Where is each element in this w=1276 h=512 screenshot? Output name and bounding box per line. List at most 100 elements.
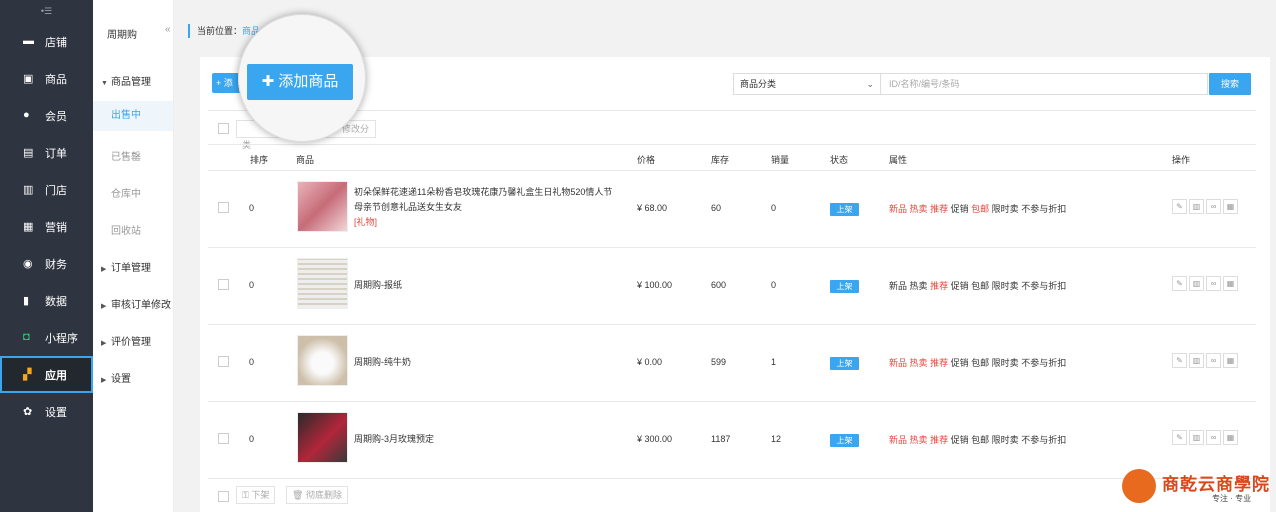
attr-free-shipping[interactable]: 包邮 — [971, 281, 989, 291]
attr-no-discount[interactable]: 不参与折扣 — [1021, 358, 1066, 368]
edit-icon[interactable]: ✎ — [1172, 430, 1187, 445]
attr-new[interactable]: 新品 — [889, 204, 907, 214]
attr-limited[interactable]: 限时卖 — [992, 281, 1019, 291]
add-goods-button[interactable]: ✚ 添加商品 — [247, 64, 353, 100]
sidebar-item-7[interactable]: ▮ 数据 — [0, 282, 93, 319]
search-button[interactable]: 搜索 — [1209, 73, 1251, 95]
row-order[interactable]: 0 — [249, 434, 254, 444]
search-input[interactable] — [881, 73, 1208, 95]
sidebar-item-6[interactable]: ◉ 财务 — [0, 245, 93, 282]
subnav-item-warehouse[interactable]: 仓库中 — [111, 185, 141, 200]
trash-icon[interactable]: ▥ — [1189, 276, 1204, 291]
sidebar-item-4[interactable]: ▥ 门店 — [0, 171, 93, 208]
subnav-item-recycle[interactable]: 回收站 — [111, 222, 141, 237]
sidebar-item-1[interactable]: ▣ 商品 — [0, 60, 93, 97]
select-all-checkbox-bottom[interactable] — [218, 491, 229, 502]
row-order[interactable]: 0 — [249, 357, 254, 367]
product-name[interactable]: 周期购-3月玫瑰预定 — [354, 432, 614, 447]
attr-hot[interactable]: 热卖 — [910, 358, 928, 368]
link-icon[interactable]: ∞ — [1206, 276, 1221, 291]
link-icon[interactable]: ∞ — [1206, 199, 1221, 214]
attr-promo[interactable]: 促销 — [951, 358, 969, 368]
row-order[interactable]: 0 — [249, 280, 254, 290]
qrcode-icon[interactable]: ▦ — [1223, 353, 1238, 368]
qrcode-icon[interactable]: ▦ — [1223, 199, 1238, 214]
attr-recommend[interactable]: 推荐 — [930, 204, 948, 214]
sidebar-item-0[interactable]: ▬ 店铺 — [0, 23, 93, 60]
subnav-group-review-orders[interactable]: ▶ 审核订单修改 — [101, 296, 171, 311]
edit-icon[interactable]: ✎ — [1172, 276, 1187, 291]
attr-free-shipping[interactable]: 包邮 — [971, 435, 989, 445]
attr-promo[interactable]: 促销 — [951, 281, 969, 291]
qrcode-icon[interactable]: ▦ — [1223, 430, 1238, 445]
attr-new[interactable]: 新品 — [889, 281, 907, 291]
sidebar-item-label: 订单 — [45, 148, 67, 160]
status-badge[interactable]: 上架 — [830, 203, 859, 216]
caret-right-icon: ▶ — [101, 340, 107, 347]
status-badge[interactable]: 上架 — [830, 434, 859, 447]
edit-icon[interactable]: ✎ — [1172, 353, 1187, 368]
link-icon[interactable]: ∞ — [1206, 353, 1221, 368]
attr-limited[interactable]: 限时卖 — [992, 204, 1019, 214]
attr-recommend[interactable]: 推荐 — [930, 358, 948, 368]
col-header-attrs: 属性 — [889, 155, 908, 165]
row-checkbox[interactable] — [218, 279, 229, 290]
row-checkbox[interactable] — [218, 433, 229, 444]
subnav-group-comments[interactable]: ▶ 评价管理 — [101, 333, 151, 348]
row-checkbox[interactable] — [218, 202, 229, 213]
status-badge[interactable]: 上架 — [830, 280, 859, 293]
trash-icon[interactable]: ▥ — [1189, 353, 1204, 368]
data-icon: ▮ — [23, 295, 30, 307]
sidebar-item-3[interactable]: ▤ 订单 — [0, 134, 93, 171]
attr-free-shipping[interactable]: 包邮 — [971, 358, 989, 368]
attr-no-discount[interactable]: 不参与折扣 — [1021, 281, 1066, 291]
row-checkbox[interactable] — [218, 356, 229, 367]
sidebar-item-10[interactable]: ✿ 设置 — [0, 393, 93, 430]
subnav-item-soldout[interactable]: 已售罄 — [111, 148, 141, 163]
subnav-group-orders[interactable]: ▶ 订单管理 — [101, 259, 151, 274]
attr-recommend[interactable]: 推荐 — [930, 281, 948, 291]
status-badge[interactable]: 上架 — [830, 357, 859, 370]
row-order[interactable]: 0 — [249, 203, 254, 213]
trash-icon[interactable]: ▥ — [1189, 430, 1204, 445]
category-select-value: 商品分类 — [740, 79, 777, 89]
product-name[interactable]: 初朵保鲜花速递11朵粉香皂玫瑰花康乃馨礼盒生日礼物520情人节母亲节创意礼品送女… — [354, 185, 614, 215]
qrcode-icon[interactable]: ▦ — [1223, 276, 1238, 291]
attr-recommend[interactable]: 推荐 — [930, 435, 948, 445]
divider — [208, 144, 1256, 145]
attr-no-discount[interactable]: 不参与折扣 — [1021, 435, 1066, 445]
product-attributes: 新品 热卖 推荐 促销 包邮 限时卖 不参与折扣 — [889, 433, 1066, 446]
attr-hot[interactable]: 热卖 — [910, 281, 928, 291]
edit-icon[interactable]: ✎ — [1172, 199, 1187, 214]
link-icon[interactable]: ∞ — [1206, 430, 1221, 445]
product-price: ¥ 68.00 — [637, 203, 668, 213]
trash-icon[interactable]: ▥ — [1189, 199, 1204, 214]
collapse-icon[interactable]: « — [165, 24, 171, 35]
attr-limited[interactable]: 限时卖 — [992, 435, 1019, 445]
product-name[interactable]: 周期购-报纸 — [354, 278, 614, 293]
sidebar-item-5[interactable]: ▦ 营销 — [0, 208, 93, 245]
sidebar-item-8[interactable]: ◘ 小程序 — [0, 319, 93, 356]
sidebar-item-9[interactable]: ▞ 应用 — [0, 356, 93, 393]
product-name[interactable]: 周期购-纯牛奶 — [354, 355, 614, 370]
select-all-checkbox[interactable] — [218, 123, 229, 134]
category-select[interactable]: 商品分类 ⌄ — [733, 73, 881, 95]
attr-promo[interactable]: 促销 — [951, 204, 969, 214]
attr-no-discount[interactable]: 不参与折扣 — [1021, 204, 1066, 214]
subnav-group-goods[interactable]: ▼ 商品管理 — [101, 73, 151, 88]
product-info: 周期购-报纸 — [354, 278, 614, 293]
sidebar-item-2[interactable]: ● 会员 — [0, 97, 93, 134]
off-shelf-button[interactable]: ⚿ 下架 — [236, 486, 276, 504]
delete-button[interactable]: 🗑 彻底删除 — [286, 486, 348, 504]
attr-free-shipping[interactable]: 包邮 — [971, 204, 989, 214]
attr-hot[interactable]: 热卖 — [910, 435, 928, 445]
menu-toggle-icon[interactable]: •☰ — [0, 0, 93, 22]
attr-hot[interactable]: 热卖 — [910, 204, 928, 214]
subnav-item-onsale[interactable]: 出售中 — [93, 101, 173, 131]
attr-promo[interactable]: 促销 — [951, 435, 969, 445]
attr-new[interactable]: 新品 — [889, 435, 907, 445]
delete-label: 彻底删除 — [305, 490, 342, 500]
attr-new[interactable]: 新品 — [889, 358, 907, 368]
subnav-group-settings[interactable]: ▶ 设置 — [101, 370, 131, 385]
attr-limited[interactable]: 限时卖 — [992, 358, 1019, 368]
